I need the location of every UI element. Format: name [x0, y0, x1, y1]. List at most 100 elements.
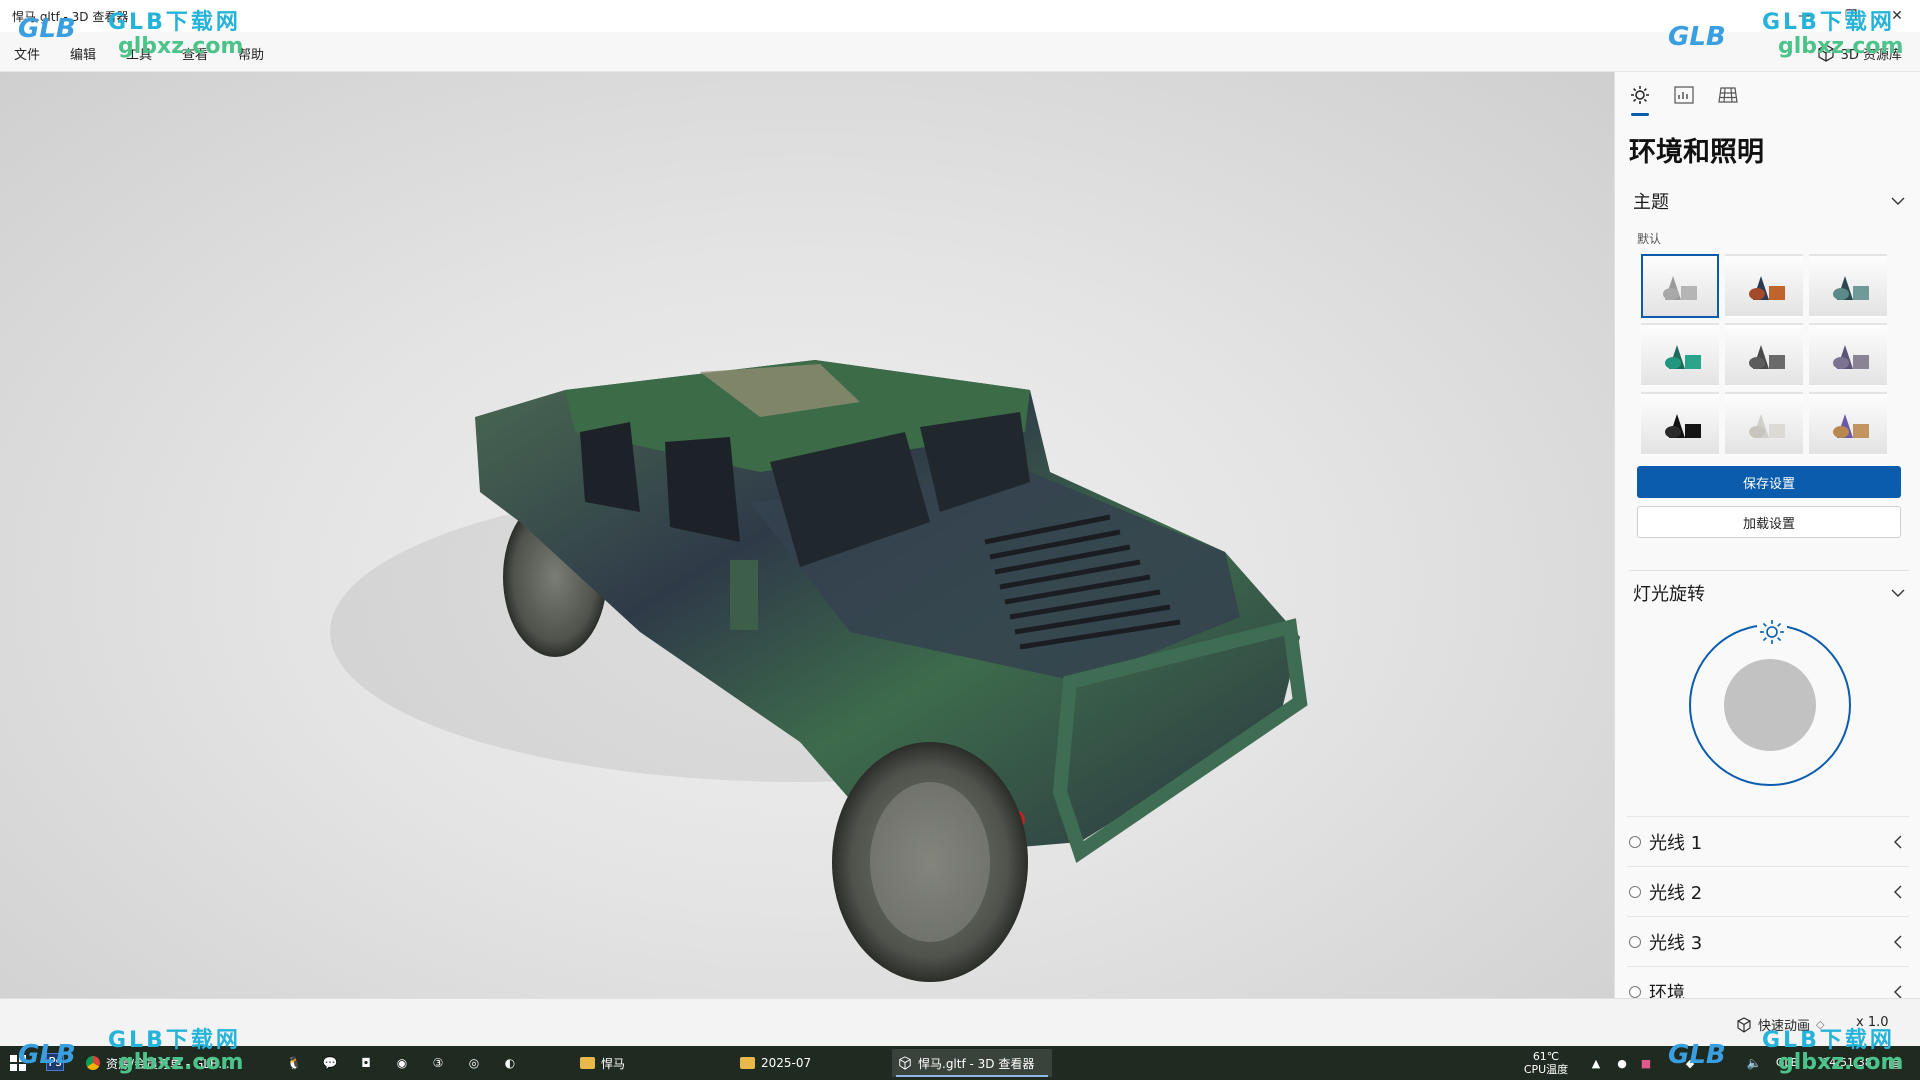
tab-mesh[interactable]: [1715, 82, 1741, 108]
cube-icon: [899, 1056, 911, 1070]
windows-start-icon[interactable]: [8, 1053, 28, 1073]
3d-library-label: 3D 资源库: [1840, 47, 1902, 63]
cpu-temp-label: CPU温度: [1523, 1063, 1569, 1076]
menu-help[interactable]: 帮助: [238, 44, 264, 63]
rotation-section-header[interactable]: 灯光旋转: [1633, 578, 1905, 608]
wechat-tray-icon[interactable]: ●: [1612, 1053, 1632, 1073]
light-3-label: 光线 3: [1649, 932, 1703, 954]
chevron-left-icon: [1894, 885, 1902, 898]
chevron-up-down-icon: ◇: [1816, 1018, 1825, 1031]
edge-icon[interactable]: ◐: [500, 1053, 520, 1073]
tab-stats[interactable]: [1671, 82, 1697, 108]
grid-icon: [1718, 87, 1738, 103]
sun-icon: [1760, 620, 1784, 644]
menu-tools[interactable]: 工具: [126, 44, 152, 63]
chevron-down-icon: [1891, 197, 1905, 205]
maximize-button[interactable]: ❐: [1828, 0, 1874, 32]
light-1-radio[interactable]: [1629, 835, 1641, 848]
theme-tile-3[interactable]: [1809, 254, 1887, 318]
animation-icon: [1737, 1016, 1751, 1033]
light-1-label: 光线 1: [1649, 832, 1703, 854]
wechat-icon[interactable]: 💬: [320, 1053, 340, 1073]
chevron-down-icon: [1891, 589, 1905, 597]
light-2-label: 光线 2: [1649, 882, 1703, 904]
save-settings-button[interactable]: 保存设置: [1637, 466, 1901, 498]
minimize-button[interactable]: —: [1782, 0, 1828, 32]
photoshop-icon[interactable]: Ps: [46, 1053, 64, 1071]
theme-section-header[interactable]: 主题: [1633, 186, 1905, 216]
active-indicator: [896, 1075, 1048, 1077]
qq-icon[interactable]: 🐧: [284, 1053, 304, 1073]
light-rotation-dial[interactable]: [1689, 624, 1851, 786]
light-rotation-handle[interactable]: [1757, 617, 1787, 647]
taskbar-task-label: 资源/会员订单 - GLB...: [106, 1056, 230, 1071]
dial-center: [1724, 659, 1816, 751]
close-button[interactable]: ✕: [1874, 0, 1920, 32]
chevron-left-icon: [1894, 835, 1902, 848]
cpu-temperature: 61℃ CPU温度: [1510, 1050, 1582, 1076]
theme-tile-2[interactable]: [1725, 254, 1803, 318]
app-tray-icon[interactable]: ■: [1636, 1053, 1656, 1073]
theme-tile-5[interactable]: [1725, 323, 1803, 387]
tray-icon[interactable]: ▲: [1586, 1053, 1606, 1073]
3d-viewport[interactable]: [0, 72, 1614, 998]
taskbar-task-label: 悍马.gltf - 3D 查看器: [918, 1056, 1035, 1071]
theme-tile-7[interactable]: [1641, 392, 1719, 456]
tab-lighting[interactable]: [1627, 82, 1653, 116]
chevron-left-icon: [1894, 935, 1902, 948]
light-row-2[interactable]: 光线 2: [1627, 866, 1909, 916]
theme-tile-8[interactable]: [1725, 392, 1803, 456]
folder-icon: [580, 1057, 595, 1069]
menu-edit[interactable]: 编辑: [70, 44, 96, 63]
menu-bar: 文件 编辑 工具 查看 帮助 3D 资源库: [0, 32, 1920, 72]
volume-icon[interactable]: 🔈: [1744, 1053, 1764, 1073]
menu-view[interactable]: 查看: [182, 44, 208, 63]
menu-file[interactable]: 文件: [14, 44, 40, 63]
clock[interactable]: 14:51:38: [1812, 1056, 1882, 1069]
security-tray-icon[interactable]: ◆: [1680, 1053, 1700, 1073]
light-row-3[interactable]: 光线 3: [1627, 916, 1909, 966]
theme-default-label: 默认: [1637, 232, 1662, 246]
app-icon[interactable]: ◘: [356, 1053, 376, 1073]
taskbar-task-folder-humvee[interactable]: 悍马: [574, 1049, 724, 1077]
taskbar: Ps 资源/会员订单 - GLB... 🐧 💬 ◘ ◉ ③ ◎ ◐ 悍马 202…: [0, 1046, 1920, 1080]
animation-speed[interactable]: x 1.0: [1856, 1015, 1889, 1030]
light-2-radio[interactable]: [1629, 885, 1641, 898]
light-row-environment[interactable]: 环境: [1627, 966, 1909, 998]
cube-icon: [1817, 44, 1834, 62]
cpu-temp-value: 61℃: [1532, 1050, 1560, 1063]
blender-icon[interactable]: ◉: [392, 1053, 412, 1073]
theme-tile-9[interactable]: [1809, 392, 1887, 456]
environment-radio[interactable]: [1629, 985, 1641, 998]
rotation-section-label: 灯光旋转: [1633, 584, 1705, 605]
theme-tile-4[interactable]: [1641, 323, 1719, 387]
taskbar-task-browser[interactable]: 资源/会员订单 - GLB...: [80, 1049, 256, 1077]
theme-grid: [1641, 254, 1887, 458]
panel-tabs: [1627, 82, 1741, 116]
theme-tile-6[interactable]: [1809, 323, 1887, 387]
notification-icon[interactable]: ▤: [1884, 1053, 1904, 1073]
light-row-1[interactable]: 光线 1: [1627, 816, 1909, 866]
divider: [1629, 570, 1909, 571]
panel-title: 环境和照明: [1629, 137, 1764, 168]
environment-label: 环境: [1649, 982, 1685, 999]
taskbar-task-folder-date[interactable]: 2025-07: [734, 1049, 884, 1077]
taskbar-task-label: 悍马: [601, 1056, 626, 1071]
sun-icon: [1631, 86, 1649, 104]
chevron-left-icon: [1894, 985, 1902, 998]
humvee-model: [330, 360, 1308, 982]
taskbar-task-3d-viewer[interactable]: 悍马.gltf - 3D 查看器: [892, 1049, 1052, 1077]
theme-tile-1[interactable]: [1641, 254, 1719, 318]
3d-library-button[interactable]: 3D 资源库: [1817, 41, 1902, 65]
folder-icon: [740, 1057, 755, 1069]
chart-icon: [1674, 86, 1694, 104]
input-language[interactable]: GLB: [1772, 1056, 1802, 1069]
window-controls: — ❐ ✕: [1782, 0, 1920, 32]
quick-animation-label: 快速动画: [1758, 1019, 1811, 1034]
app-3-icon[interactable]: ③: [428, 1053, 448, 1073]
load-settings-button[interactable]: 加载设置: [1637, 506, 1901, 538]
light-3-radio[interactable]: [1629, 935, 1641, 948]
taskbar-task-label: 2025-07: [761, 1056, 812, 1070]
browser-icon[interactable]: ◎: [464, 1053, 484, 1073]
quick-animation-control[interactable]: 快速动画 ◇: [1736, 1015, 1824, 1034]
